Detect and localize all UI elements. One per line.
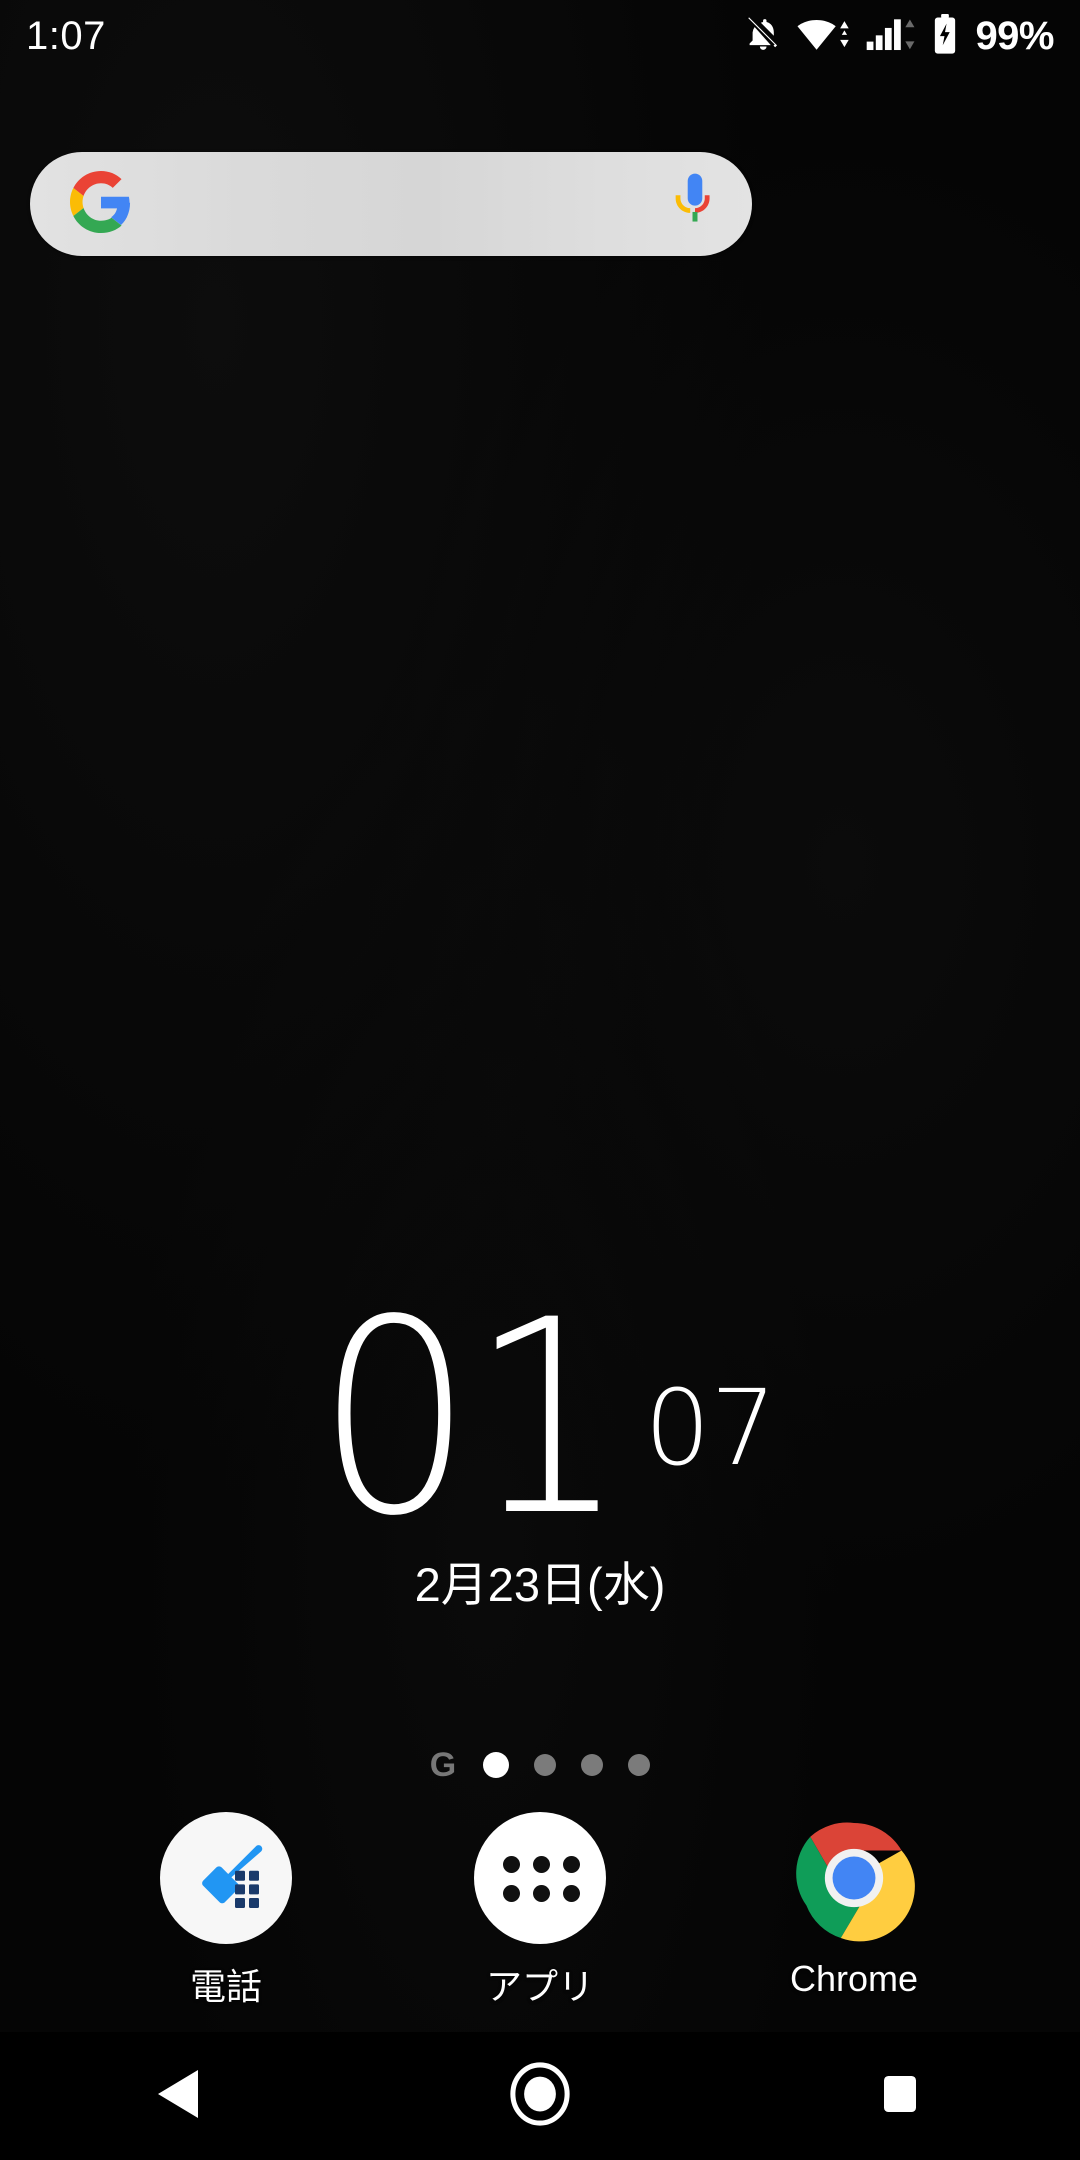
signal-cellular-icon <box>865 13 919 60</box>
navigation-bar <box>0 2032 1080 2160</box>
battery-charging-icon <box>932 13 958 60</box>
google-g-logo-icon <box>70 170 132 238</box>
app-drawer-icon[interactable] <box>474 1812 606 1944</box>
dock-label-chrome: Chrome <box>789 1958 919 1999</box>
wifi-icon <box>796 13 852 60</box>
app-drawer-dots <box>503 1856 580 1902</box>
back-triangle-icon <box>154 2066 206 2127</box>
google-page-glyph-icon[interactable]: G <box>430 1748 456 1782</box>
phone-dialer-icon[interactable] <box>160 1812 292 1944</box>
status-bar-clock: 1:07 <box>26 14 106 58</box>
page-dot-2[interactable] <box>534 1754 557 1776</box>
nav-home-button[interactable] <box>450 2032 630 2160</box>
clock-minute: 07 <box>644 1367 777 1489</box>
chrome-icon[interactable] <box>788 1812 920 1944</box>
search-input[interactable] <box>132 152 672 256</box>
clock-widget[interactable]: 01 07 2月23日(水) <box>0 1263 1080 1615</box>
status-bar: 1:07 99% <box>0 0 1080 72</box>
page-dot-3[interactable] <box>581 1754 604 1776</box>
page-indicator: G <box>0 1748 1080 1782</box>
clock-hour: 01 <box>316 1263 627 1575</box>
clock-time-row: 01 07 <box>0 1263 1080 1575</box>
dock-label-phone: 電話 <box>189 1966 262 2007</box>
page-dot-1[interactable] <box>483 1752 510 1778</box>
dock-item-apps[interactable]: アプリ <box>414 1812 666 2010</box>
google-search-bar[interactable] <box>30 152 752 256</box>
home-circle-icon <box>509 2061 571 2131</box>
nav-recents-button[interactable] <box>810 2032 990 2160</box>
dock-item-chrome[interactable]: Chrome <box>728 1812 980 2010</box>
nav-back-button[interactable] <box>90 2032 270 2160</box>
status-bar-icons: 99% <box>745 13 1054 60</box>
notifications-off-icon <box>745 13 783 60</box>
dock-label-apps: アプリ <box>485 1966 594 2007</box>
microphone-icon[interactable] <box>672 171 718 238</box>
dock-item-phone[interactable]: 電話 <box>100 1812 352 2010</box>
recents-square-icon <box>876 2069 924 2124</box>
battery-percent-label: 99% <box>975 14 1054 58</box>
dock: 電話 アプリ Chrome <box>0 1812 1080 2010</box>
home-screen: 1:07 99% 01 07 2月23日(水) G 電話 アプリ Chrome <box>0 0 1080 2160</box>
page-dot-4[interactable] <box>628 1754 651 1776</box>
